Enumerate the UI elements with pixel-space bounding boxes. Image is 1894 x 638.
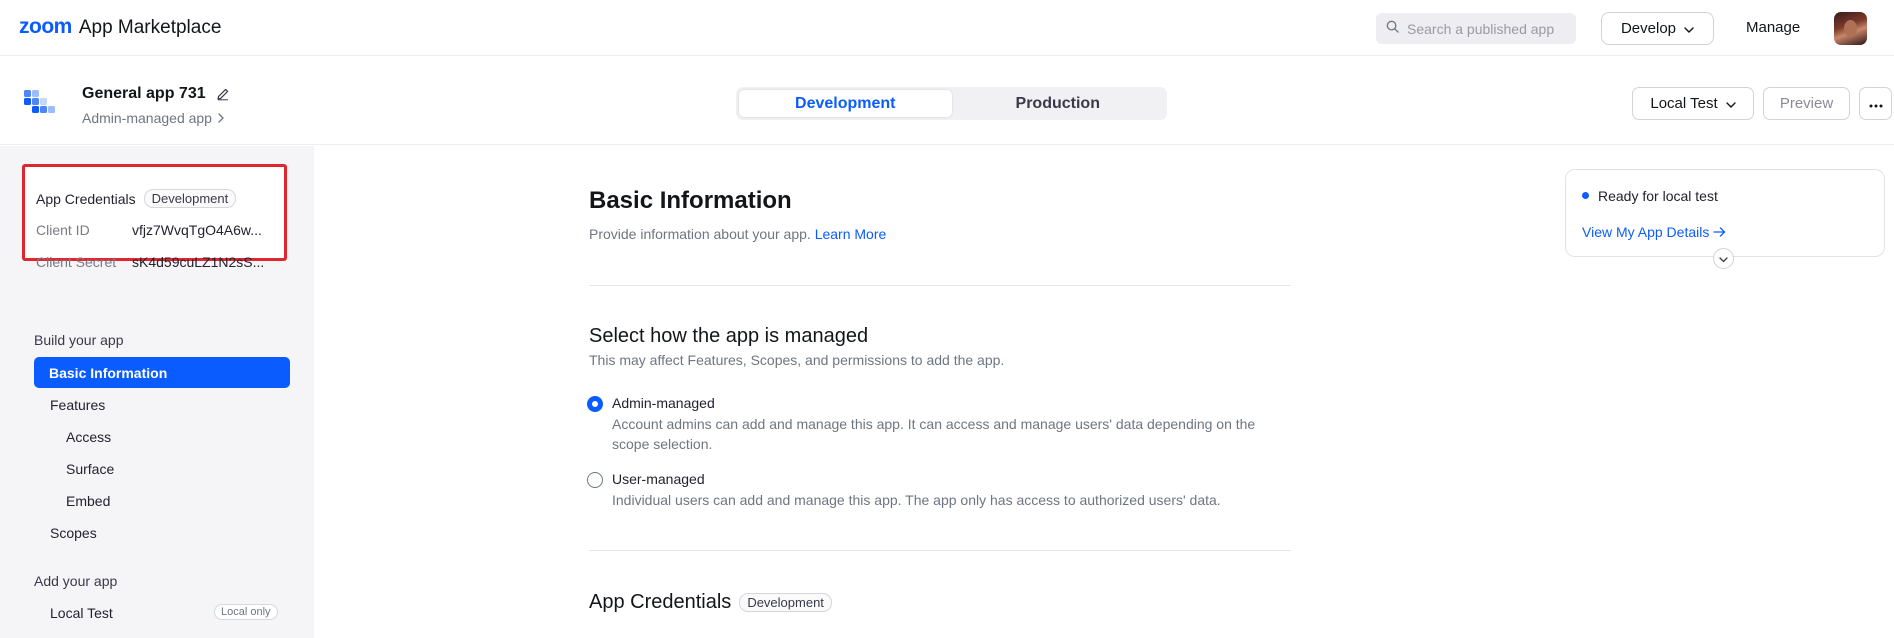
credentials-section-badge: Development xyxy=(739,593,832,612)
client-secret-label: Client Secret xyxy=(36,254,117,270)
edit-icon[interactable] xyxy=(216,87,230,101)
user-managed-description: Individual users can add and manage this… xyxy=(612,492,1221,508)
build-section-heading: Build your app xyxy=(34,332,124,348)
admin-managed-description: Account admins can add and manage this a… xyxy=(612,416,1256,452)
manage-section-subtitle: This may affect Features, Scopes, and pe… xyxy=(589,352,1005,368)
expand-status-button[interactable] xyxy=(1713,248,1734,269)
sidebar-item-local-test[interactable]: Local Test xyxy=(50,605,113,621)
app-name-text: General app 731 xyxy=(82,85,206,102)
sidebar-item-scopes[interactable]: Scopes xyxy=(50,525,97,541)
top-nav: zoom App Marketplace Develop Manage xyxy=(0,0,1894,56)
status-dot-icon xyxy=(1582,192,1589,199)
zoom-logo[interactable]: zoom App Marketplace xyxy=(19,15,221,39)
manage-link[interactable]: Manage xyxy=(1746,19,1800,36)
search-input[interactable] xyxy=(1407,20,1567,37)
sidebar-credentials-card: App Credentials Development Client ID vf… xyxy=(22,164,287,270)
chevron-right-icon xyxy=(218,113,224,123)
app-logo-icon xyxy=(22,87,62,117)
user-managed-radio[interactable] xyxy=(587,472,603,488)
app-type-text: Admin-managed app xyxy=(82,110,212,126)
client-id-value[interactable]: vfjz7WvqTgO4A6w... xyxy=(132,222,272,238)
marketplace-title: App Marketplace xyxy=(78,17,222,38)
add-section-heading: Add your app xyxy=(34,573,118,589)
credentials-title: App Credentials Development xyxy=(36,189,237,208)
zoom-wordmark: zoom xyxy=(19,15,72,38)
tab-production[interactable]: Production xyxy=(952,90,1165,117)
divider xyxy=(589,550,1291,551)
search-box[interactable] xyxy=(1376,13,1576,44)
sidebar-item-embed[interactable]: Embed xyxy=(66,493,110,509)
preview-button[interactable]: Preview xyxy=(1763,87,1850,120)
admin-managed-radio[interactable] xyxy=(587,396,603,412)
sidebar: App Credentials Development Client ID vf… xyxy=(0,146,314,638)
divider xyxy=(589,285,1291,286)
sidebar-item-access[interactable]: Access xyxy=(66,429,111,445)
more-options-button[interactable] xyxy=(1859,87,1892,120)
status-text: Ready for local test xyxy=(1598,188,1718,204)
learn-more-link[interactable]: Learn More xyxy=(815,226,887,242)
user-managed-label[interactable]: User-managed xyxy=(612,471,705,487)
manage-section-title: Select how the app is managed xyxy=(589,325,869,347)
chevron-down-icon xyxy=(1684,20,1694,37)
client-id-label: Client ID xyxy=(36,222,90,238)
page-subtitle-text: Provide information about your app. xyxy=(589,226,811,242)
develop-label: Develop xyxy=(1620,20,1677,37)
page-title: Basic Information xyxy=(589,187,792,214)
page-subtitle: Provide information about your app. Lear… xyxy=(589,226,886,242)
local-test-dropdown[interactable]: Local Test xyxy=(1632,87,1754,120)
avatar[interactable] xyxy=(1834,12,1867,45)
app-header: General app 731 Admin-managed app Develo… xyxy=(0,57,1894,145)
client-id-row: Client ID vfjz7WvqTgO4A6w... xyxy=(36,222,272,238)
sidebar-item-basic-information[interactable]: Basic Information xyxy=(34,357,290,388)
app-type-link[interactable]: Admin-managed app xyxy=(82,110,224,126)
avatar-face xyxy=(1844,20,1857,37)
develop-dropdown[interactable]: Develop xyxy=(1601,12,1714,45)
local-test-label: Local Test xyxy=(1650,95,1718,112)
credentials-section-title-text: App Credentials xyxy=(589,591,732,613)
chevron-down-icon xyxy=(1725,95,1736,112)
tab-development[interactable]: Development xyxy=(739,90,952,117)
local-test-status-card: Ready for local test View My App Details xyxy=(1565,169,1885,257)
view-app-details-link[interactable]: View My App Details xyxy=(1582,224,1726,240)
client-secret-row: Client Secret sK4d59cuLZ1N2sS... xyxy=(36,254,272,270)
admin-managed-label[interactable]: Admin-managed xyxy=(612,395,715,411)
environment-badge: Development xyxy=(143,189,237,208)
sidebar-item-features[interactable]: Features xyxy=(50,397,105,413)
local-only-badge: Local only xyxy=(214,604,278,620)
more-dots-icon xyxy=(1869,95,1883,113)
credentials-section-title: App Credentials Development xyxy=(589,591,832,614)
chevron-down-icon xyxy=(1719,250,1728,268)
app-name: General app 731 xyxy=(82,85,230,103)
environment-switch: Development Production xyxy=(736,87,1167,120)
view-app-details-text: View My App Details xyxy=(1582,224,1710,240)
client-secret-value[interactable]: sK4d59cuLZ1N2sS... xyxy=(132,254,272,270)
credentials-title-text: App Credentials xyxy=(36,190,136,207)
sidebar-item-surface[interactable]: Surface xyxy=(66,461,114,477)
arrow-right-icon xyxy=(1713,227,1726,237)
search-icon xyxy=(1386,20,1399,38)
